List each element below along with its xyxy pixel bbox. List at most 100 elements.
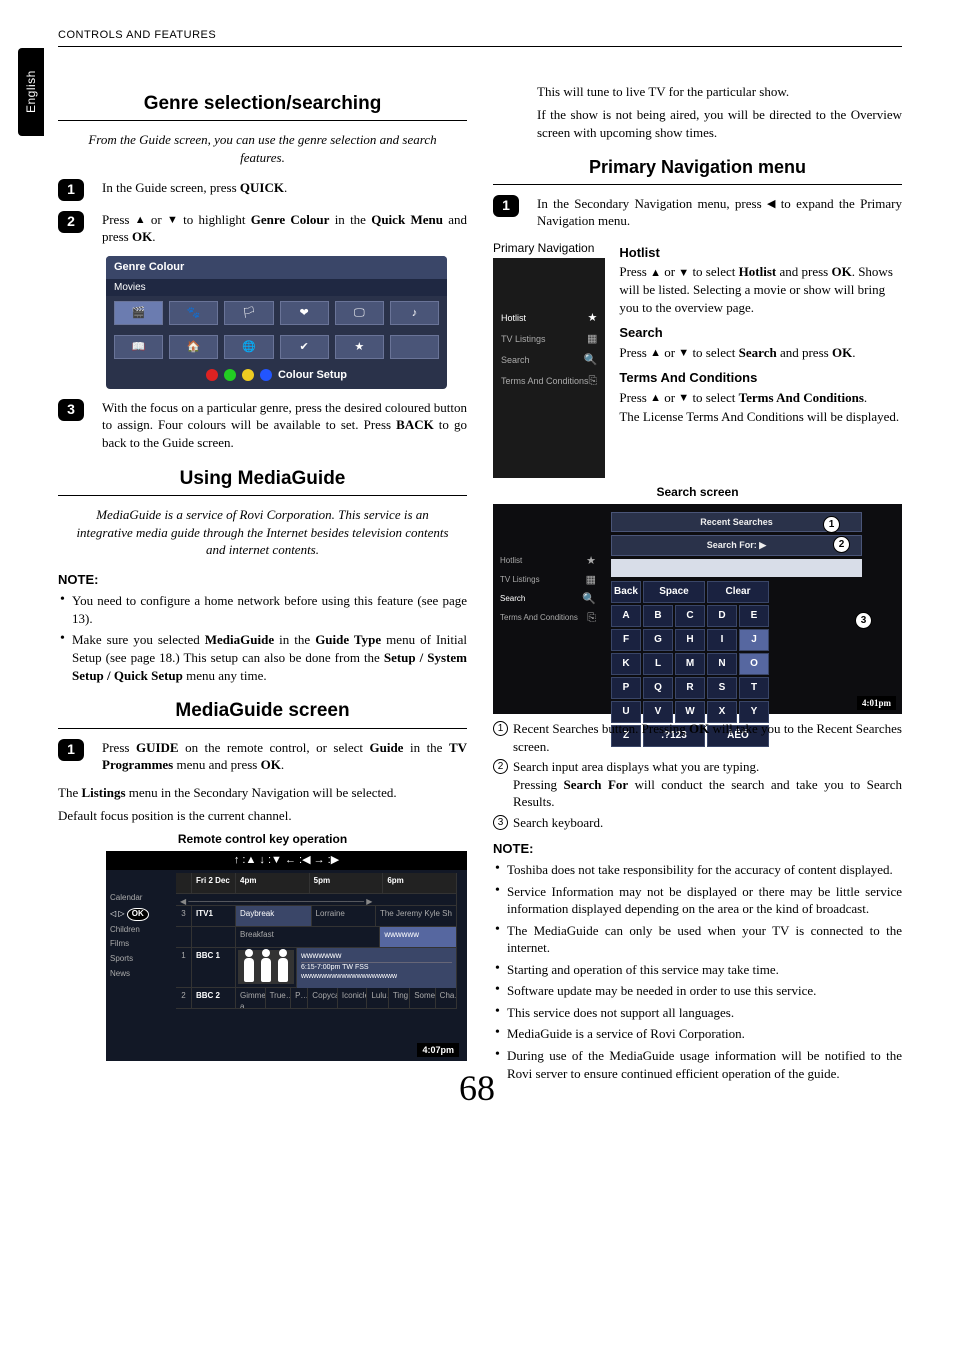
hotlist-desc: Press ▲ or ▼ to select Hotlist and press… — [619, 263, 902, 316]
genre-icon: 🐾 — [169, 301, 218, 325]
list-item: Starting and operation of this service m… — [493, 961, 902, 979]
list-item: MediaGuide is a service of Rovi Corporat… — [493, 1025, 902, 1043]
page-number: 68 — [0, 1064, 954, 1113]
nav-item-search: Search🔍 — [493, 590, 603, 609]
channel-num: 2 — [176, 988, 192, 1008]
genre-icon: ❤ — [280, 301, 329, 325]
list-item: Service Information may not be displayed… — [493, 883, 902, 918]
remote-key-subhead: Remote control key operation — [58, 831, 467, 847]
search-icon: 🔍 — [582, 592, 596, 607]
heading-genre-selection: Genre selection/searching — [58, 91, 467, 122]
list-item: 2Search input area displays what you are… — [493, 758, 902, 811]
key-space: Space — [643, 581, 705, 603]
list-item: The MediaGuide can only be used when you… — [493, 922, 902, 957]
mg-step-1: 1 Press GUIDE on the remote control, or … — [58, 739, 467, 774]
table-row: 1 BBC 1 wwwwwww 6:15-7:00pm TW FSS wwwww… — [176, 948, 457, 988]
step-badge: 2 — [58, 211, 84, 233]
key-legend: ↑ :▲ ↓ :▼ ← :◀ → :▶ — [106, 851, 467, 870]
key: V — [643, 701, 673, 723]
key: J — [739, 629, 769, 651]
tac-desc1: Press ▲ or ▼ to select Terms And Conditi… — [619, 389, 902, 407]
key: Y — [739, 701, 769, 723]
search-note-list: Toshiba does not take responsibility for… — [493, 861, 902, 1082]
nav-item-tvlistings: TV Listings▦ — [493, 571, 603, 590]
text: You need to configure a home network bef… — [72, 593, 467, 626]
guide-time: 4pm — [236, 873, 310, 893]
key: T — [739, 677, 769, 699]
text: Quick Menu — [371, 212, 443, 227]
tune-live-paragraph: This will tune to live TV for the partic… — [537, 83, 902, 101]
blue-dot-icon — [260, 369, 272, 381]
programme: Breakfast — [236, 927, 380, 947]
down-triangle-icon: ▼ — [678, 346, 689, 361]
list-item: Toshiba does not take responsibility for… — [493, 861, 902, 879]
list-item: You need to configure a home network bef… — [58, 592, 467, 627]
star-icon: ★ — [586, 554, 596, 569]
text: Search For — [564, 777, 629, 792]
programme: Lulu… — [367, 988, 388, 1008]
list-item: News — [110, 967, 170, 982]
up-triangle-icon: ▲ — [650, 346, 661, 361]
key: H — [675, 629, 705, 651]
star-icon: ★ — [587, 311, 597, 326]
guide-time: 5pm — [310, 873, 384, 893]
search-for-button: Search For: ▶ — [611, 535, 862, 555]
text: BACK — [396, 417, 434, 432]
nav-item-search: Search🔍 — [493, 350, 605, 371]
step-badge: 1 — [58, 179, 84, 201]
key: X — [707, 701, 737, 723]
programme: The Jeremy Kyle Sh — [376, 906, 457, 926]
guide-time: 6pm — [383, 873, 457, 893]
hotlist-heading: Hotlist — [619, 244, 902, 262]
text: In the Guide screen, press — [102, 180, 240, 195]
genre-icon: 🏳 — [224, 301, 273, 325]
circled-number-icon: 3 — [493, 815, 508, 830]
up-triangle-icon: ▲ — [650, 391, 661, 406]
key: F — [611, 629, 641, 651]
tac-heading: Terms And Conditions — [619, 369, 902, 387]
genre-icon: 🌐 — [224, 335, 273, 359]
key: C — [675, 605, 705, 627]
nav-label: Hotlist — [501, 312, 526, 324]
genre-panel-subtitle: Movies — [106, 279, 447, 297]
intro-genre: From the Guide screen, you can use the g… — [68, 131, 457, 166]
text: . — [152, 229, 155, 244]
step-badge: 3 — [58, 399, 84, 421]
primary-nav-caption: Primary Navigation — [493, 240, 605, 256]
language-tab: English — [18, 48, 44, 136]
genre-icon: ★ — [335, 335, 384, 359]
programme: Lorraine — [312, 906, 376, 926]
text: MediaGuide — [205, 632, 274, 647]
not-aired-paragraph: If the show is not being aired, you will… — [537, 106, 902, 141]
heading-using-mediaguide: Using MediaGuide — [58, 466, 467, 497]
primary-nav-step-1: 1 In the Secondary Navigation menu, pres… — [493, 195, 902, 230]
guide-clock: 4:07pm — [417, 1043, 459, 1057]
genre-icon: ♪ — [390, 301, 439, 325]
genre-panel-title: Genre Colour — [106, 256, 447, 279]
down-triangle-icon: ▼ — [167, 213, 178, 228]
text: menu any time. — [183, 668, 267, 683]
green-dot-icon — [224, 369, 236, 381]
primary-nav-figure: Hotlist★ TV Listings▦ Search🔍 Terms And … — [493, 258, 605, 478]
heading-mediaguide-screen: MediaGuide screen — [58, 698, 467, 729]
key: E — [739, 605, 769, 627]
header-section-label: CONTROLS AND FEATURES — [58, 28, 902, 47]
intro-mediaguide: MediaGuide is a service of Rovi Corporat… — [68, 506, 457, 559]
programme: Ting… — [389, 988, 410, 1008]
key: G — [643, 629, 673, 651]
genre-icon-movies: 🎬 — [114, 301, 163, 325]
programme: wwwwww — [380, 927, 457, 947]
list-item: Make sure you selected MediaGuide in the… — [58, 631, 467, 684]
key-clear: Clear — [707, 581, 769, 603]
default-focus-paragraph: Default focus position is the current ch… — [58, 807, 467, 825]
text: Make sure you selected — [72, 632, 205, 647]
programme: Copycats — [308, 988, 338, 1008]
channel-num: 3 — [176, 906, 192, 926]
document-icon: ⎘ — [589, 374, 598, 389]
grid-icon: ▦ — [586, 573, 596, 588]
text: in the — [403, 740, 448, 755]
text: . — [284, 180, 287, 195]
note-label: NOTE: — [58, 571, 467, 589]
search-heading: Search — [619, 324, 902, 342]
nav-label: Search — [501, 354, 530, 366]
